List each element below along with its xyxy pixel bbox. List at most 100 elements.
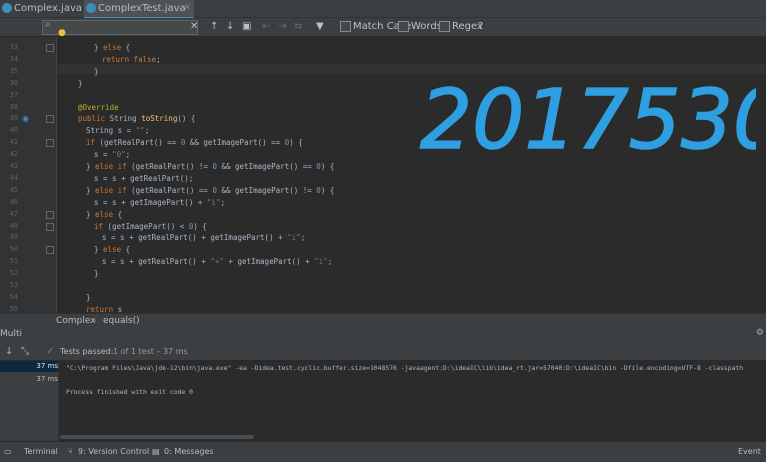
test-duration: 37 ms: [36, 362, 58, 370]
version-control-tab[interactable]: 9: Version Control: [78, 442, 149, 461]
run-config-title[interactable]: Multi: [0, 329, 22, 339]
code-token: "": [135, 126, 145, 136]
code-token: }: [86, 292, 91, 302]
console-exit-line: Process finished with exit code 0: [66, 388, 193, 396]
code-line: } else {: [94, 43, 130, 52]
code-line: }: [78, 79, 83, 88]
code-token: public: [78, 114, 110, 124]
code-token: else if: [95, 162, 132, 171]
code-token: && getImagePart() ==: [216, 162, 317, 171]
sort-icon[interactable]: ↓: [5, 344, 13, 359]
breadcrumb-method[interactable]: equals(): [103, 314, 140, 328]
event-log-tab[interactable]: Event: [738, 442, 761, 461]
regex-checkbox[interactable]: [439, 21, 450, 32]
code-token: }: [94, 245, 104, 255]
code-token: && getImagePart() ==: [185, 138, 285, 148]
breadcrumb-class[interactable]: Complex: [56, 314, 95, 328]
tab-complextest-java[interactable]: ComplexTest.java ✕: [84, 0, 194, 19]
line-number: 55: [9, 304, 18, 313]
code-token: if: [94, 221, 108, 231]
code-token: s: [117, 304, 123, 313]
regex-help-link[interactable]: ?: [478, 20, 483, 33]
java-class-icon: [86, 3, 96, 13]
previous-occurrence-icon[interactable]: ↑: [210, 20, 218, 33]
code-token: }: [94, 66, 99, 76]
line-number: 45: [9, 185, 18, 194]
tests-count: 1 of 1 test – 37 ms: [113, 347, 188, 356]
collapse-icon[interactable]: ⤡: [21, 344, 29, 359]
line-number: 33: [9, 43, 18, 51]
remove-occurrence-icon[interactable]: ⇥: [278, 20, 286, 33]
code-line: } else {: [86, 210, 122, 219]
code-token: s = s + getRealPart();: [94, 173, 194, 183]
tool-window-bar: ▭ Terminal ⑂ 9: Version Control ▤ 0: Mes…: [0, 441, 766, 462]
lightbulb-icon[interactable]: ●: [58, 28, 66, 38]
code-token: }: [86, 162, 96, 171]
fold-marker-icon[interactable]: [46, 44, 54, 52]
fold-marker-icon[interactable]: [46, 115, 54, 124]
code-token: ;: [327, 257, 333, 267]
run-toolbar: ↓ ⤡ ✓ Tests passed: 1 of 1 test – 37 ms: [0, 343, 766, 361]
terminal-tab[interactable]: Terminal: [24, 442, 58, 461]
line-number: 52: [9, 269, 18, 278]
fold-marker-icon[interactable]: [46, 222, 54, 231]
close-icon[interactable]: ✕: [183, 0, 191, 17]
words-checkbox[interactable]: [398, 21, 409, 32]
code-line: }: [94, 269, 99, 278]
match-case-checkbox[interactable]: [340, 21, 351, 32]
tab-complex-java[interactable]: Complex.java ✕: [0, 0, 94, 17]
code-line: } else if (getRealPart() != 0 && getImag…: [86, 162, 334, 171]
code-token: && getImagePart() !=: [216, 185, 317, 195]
clear-search-icon[interactable]: ✕: [190, 20, 198, 33]
test-row-selected[interactable]: 37 ms: [0, 361, 58, 372]
code-token: ;: [300, 233, 306, 243]
line-number: 53: [9, 281, 18, 289]
code-token: (getRealPart() !=: [131, 162, 213, 171]
code-token: String: [109, 114, 142, 124]
code-token: String s =: [86, 126, 136, 136]
line-number: 42: [9, 150, 18, 159]
check-icon: ✓: [46, 346, 55, 357]
add-occurrence-icon[interactable]: ⇤: [262, 20, 270, 33]
gear-icon[interactable]: ⚙: [756, 328, 764, 338]
code-line: s = s + getRealPart() + "+" + getImagePa…: [102, 257, 332, 266]
tests-passed-label: Tests passed:: [60, 347, 114, 356]
line-number: 43: [9, 162, 18, 170]
code-token: "i": [287, 233, 301, 243]
breadcrumb: Complex › equals(): [0, 313, 766, 328]
messages-tab[interactable]: 0: Messages: [164, 442, 214, 461]
code-line: @Override: [78, 103, 119, 112]
code-token: "+": [210, 257, 224, 267]
editor-gutter[interactable]: 33 34 35 36 37 38 39 40 41 42 43 44 45 46 47 48 49 50 51 52…: [0, 37, 57, 313]
code-line: return false;: [102, 55, 161, 64]
horizontal-scrollbar[interactable]: [60, 435, 254, 439]
code-token: (getRealPart() ==: [131, 185, 213, 195]
test-duration: 37 ms: [36, 375, 58, 383]
java-class-icon: [2, 3, 12, 13]
code-line: }: [86, 293, 91, 302]
fold-marker-icon[interactable]: [46, 246, 54, 255]
code-token: else: [103, 245, 122, 255]
override-icon[interactable]: ◉: [22, 114, 29, 123]
select-all-occurrences-icon[interactable]: ▣: [242, 20, 251, 33]
code-token: return: [86, 304, 118, 313]
console-output[interactable]: "C:\Program Files\Java\jdk-12\bin\java.e…: [59, 361, 766, 441]
code-line: }: [94, 67, 99, 76]
next-occurrence-icon[interactable]: ↓: [226, 20, 234, 33]
find-bar: ⌕ ✕ ↑ ↓ ▣ ⇤ ⇥ ⇆ ▼ Match Case Words Regex…: [0, 18, 766, 37]
fold-marker-icon[interactable]: [46, 139, 54, 148]
handwriting-text: 20175307: [420, 73, 756, 168]
terminal-icon: ▭: [4, 447, 12, 456]
fold-marker-icon[interactable]: [46, 210, 54, 219]
code-token: {: [121, 43, 131, 52]
search-icon: ⌕: [45, 19, 51, 30]
code-token: "i": [206, 197, 221, 207]
filter-icon[interactable]: ▼: [316, 20, 324, 33]
code-token: ) {: [289, 138, 303, 148]
code-token: }: [94, 269, 99, 279]
code-token: ) {: [320, 162, 335, 171]
code-token: else: [95, 209, 114, 219]
toggle-selection-icon[interactable]: ⇆: [294, 20, 302, 33]
console-command-line: "C:\Program Files\Java\jdk-12\bin\java.e…: [66, 364, 744, 372]
test-row[interactable]: 37 ms: [0, 374, 58, 385]
